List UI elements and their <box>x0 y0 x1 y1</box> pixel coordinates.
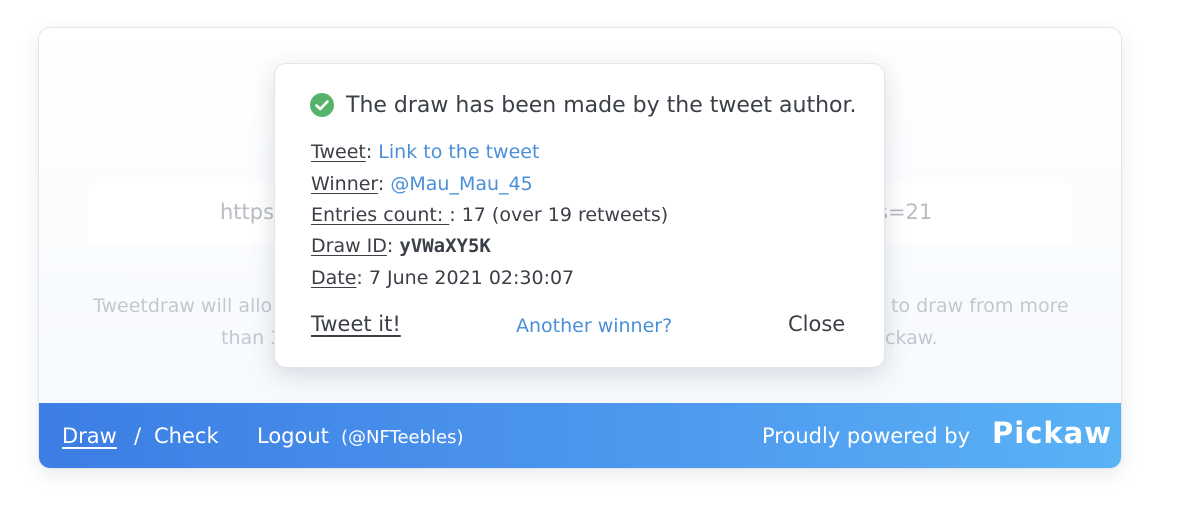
tweet-it-button[interactable]: Tweet it! <box>311 312 401 336</box>
draw-id-row: Draw ID: yVWaXY5K <box>311 235 491 257</box>
entries-label: Entries count: <box>311 204 450 226</box>
powered-by-text: Proudly powered by <box>762 424 971 448</box>
entries-value: 17 (over 19 retweets) <box>461 204 669 226</box>
check-circle-icon <box>310 93 334 117</box>
winner-row: Winner: @Mau_Mau_45 <box>311 173 533 195</box>
tweet-link[interactable]: Link to the tweet <box>378 141 539 163</box>
pickaw-logo[interactable]: Pickaw <box>992 416 1112 450</box>
date-value: 7 June 2021 02:30:07 <box>368 267 575 289</box>
modal-title: The draw has been made by the tweet auth… <box>346 93 857 118</box>
draw-result-modal: The draw has been made by the tweet auth… <box>274 63 885 368</box>
footer-bar: Draw / Check Logout (@NFTeebles) Proudly… <box>39 403 1121 468</box>
close-button[interactable]: Close <box>788 312 845 336</box>
draw-id-value: yVWaXY5K <box>399 235 491 257</box>
url-text-start: https <box>220 200 275 224</box>
date-row: Date: 7 June 2021 02:30:07 <box>311 267 575 289</box>
logout-link[interactable]: Logout <box>257 424 329 448</box>
date-label: Date <box>311 267 357 289</box>
description-text: ckaw. <box>885 327 938 349</box>
nav-separator: / <box>134 424 142 448</box>
winner-label: Winner <box>311 173 378 195</box>
tweet-label: Tweet <box>311 141 366 163</box>
url-text-end: s=21 <box>877 200 933 224</box>
description-text: to draw from more <box>891 295 1069 317</box>
nav-check-link[interactable]: Check <box>154 424 219 448</box>
another-winner-button[interactable]: Another winner? <box>516 315 672 337</box>
entries-row: Entries count: : 17 (over 19 retweets) <box>311 204 669 226</box>
description-text: Tweetdraw will allo <box>93 295 273 317</box>
user-handle: (@NFTeebles) <box>341 427 464 448</box>
draw-id-label: Draw ID <box>311 235 387 257</box>
tweet-row: Tweet: Link to the tweet <box>311 141 540 163</box>
winner-link[interactable]: @Mau_Mau_45 <box>390 173 532 195</box>
nav-draw-link[interactable]: Draw <box>62 424 117 448</box>
